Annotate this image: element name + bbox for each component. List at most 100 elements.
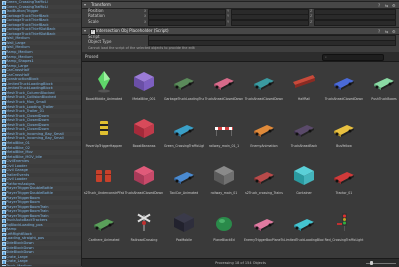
asset-name: railway_main_01_1 — [208, 144, 240, 148]
hierarchy-item-label: MeshTruck_CollisionBlocked — [6, 95, 56, 100]
search-input[interactable]: ⌕ — [322, 54, 384, 61]
asset-name: EnemyTriggerBoxPlaneTrain — [244, 238, 284, 242]
big-truck-icon — [171, 115, 197, 141]
asset-tile[interactable]: BusYellow — [324, 111, 364, 157]
axis-y-label: Y — [227, 19, 230, 24]
yellow-bus-icon — [331, 115, 357, 141]
asset-name: Green_CrossingTrafficLight — [164, 144, 204, 148]
hierarchy-item-label: SideBlockDown — [6, 240, 34, 245]
asset-tile[interactable]: TruckAheadBack — [284, 111, 324, 157]
hierarchy-item-label: GarbageTruckThiefBack — [6, 18, 49, 23]
hazard-barrel-icon — [91, 115, 117, 141]
hierarchy-item-label: MeshTruck_ClosedDown — [6, 127, 49, 132]
hierarchy-item-label: Crate_Large — [6, 254, 28, 259]
hierarchy-item-label: SideBlockDown — [6, 250, 34, 255]
cyan-container-icon — [291, 162, 317, 188]
asset-tile[interactable]: Tractor_01 — [324, 158, 364, 204]
asset-tile[interactable]: RailroadCrossing — [124, 205, 164, 251]
hierarchy-item-label: MetalBike_Mov — [6, 150, 33, 155]
asset-tile[interactable]: TruckAheadClosedDown — [244, 64, 284, 110]
hierarchy-item-label: MeshTruck_ClosedDown — [6, 118, 49, 123]
teal-truck-icon — [251, 68, 277, 94]
asset-name: TruckAheadClosedDown — [324, 97, 364, 101]
garbage-truck-icon — [171, 68, 197, 94]
asset-tile[interactable]: s2Truck_UnderconstrPFab — [84, 158, 124, 204]
hierarchy-item-label: GarbageTruckThiefSlotBack — [6, 31, 56, 36]
hierarchy-item-label: LeftRightBlock — [6, 231, 32, 236]
hierarchy-item-label: MeshTruck_Incoming_Bay_Small — [6, 131, 64, 136]
hierarchy-item-label: Ramp — [6, 227, 17, 232]
red-crate-icon — [131, 115, 157, 141]
green-crystal-icon — [91, 68, 117, 94]
hierarchy-item-label: TruckAutoBackTrackers — [6, 218, 48, 223]
asset-tile[interactable]: TruckAheadClosedDown — [204, 64, 244, 110]
asset-tile[interactable]: Container — [284, 158, 324, 204]
hierarchy-item-label: MeshTruck_ClosedDown — [6, 122, 49, 127]
blue-truck-icon — [331, 68, 357, 94]
asset-name: PushTruckBoxes — [371, 97, 397, 101]
asset-tile[interactable]: s2Truck_crossing_Trains — [244, 158, 284, 204]
asset-tile[interactable]: Red_CrossingTrafficLight — [324, 205, 364, 251]
scale-row: Scale X Y Z — [82, 19, 399, 26]
asset-name: PlaneBlackEd — [213, 238, 235, 242]
asset-name: EnemyAnimation — [250, 144, 278, 148]
hierarchy-item-label: GarbageTruckThiefBack — [6, 22, 49, 27]
asset-tile[interactable]: TruckAheadClosedDown — [324, 64, 364, 110]
hierarchy-item-label: Green_CrossingTrafficLi — [6, 0, 48, 4]
asset-name: Container — [296, 191, 312, 195]
hierarchy-item-label: MetalBike_02 — [6, 145, 30, 150]
axis-z-label: Z — [310, 19, 313, 24]
asset-tile[interactable]: railway_main_01 — [204, 158, 244, 204]
asset-name: PoxMobile — [175, 238, 192, 242]
hierarchy-item-label: TaxiButton/Trigger — [6, 9, 39, 14]
hierarchy-item-label: MetalBike_01 — [6, 140, 30, 145]
asset-tile[interactable]: EnemyTriggerBoxPlaneTrain — [244, 205, 284, 251]
asset-tile[interactable]: LimitedTruckLoadingBlock — [284, 205, 324, 251]
asset-tile[interactable]: Carthere_Animated — [84, 205, 124, 251]
asset-tile[interactable]: EnemyAnimation — [244, 111, 284, 157]
hierarchy-item-label: PlayerTriggerBoom — [6, 195, 40, 200]
scale-y-field[interactable] — [231, 19, 309, 26]
asset-name: s2Truck_UnderconstrPFab — [84, 191, 124, 195]
asset-name: Tractor_01 — [335, 191, 353, 195]
search-icon: ⌕ — [325, 55, 327, 59]
hierarchy-item-label: MeshTruck_Trailer_01 — [6, 109, 45, 114]
asset-tile[interactable]: GarbageTruckLoadingTruck — [164, 64, 204, 110]
asset-name: BusYellow — [336, 144, 352, 148]
hierarchy-item-label: MeshTruck_ClosedDown — [6, 113, 49, 118]
asset-name: TruckAheadClosedDown — [204, 97, 244, 101]
asset-tile[interactable]: HalfRail — [284, 64, 324, 110]
asset-tile[interactable]: PoxMobile — [164, 205, 204, 251]
asset-name: PoverUpTriggerHappen — [85, 144, 123, 148]
asset-tile[interactable]: Green_CrossingTrafficLight — [164, 111, 204, 157]
asset-tile[interactable]: BoostBananas — [124, 111, 164, 157]
asset-tile[interactable]: TruckAheadClosedDown — [124, 158, 164, 204]
hierarchy-item-label: LimitedTruckLoadingBlock — [6, 81, 53, 86]
asset-tile[interactable]: railway_main_01_1 — [204, 111, 244, 157]
hierarchy-item-label: EqBlockLoading_pos — [6, 222, 43, 227]
asset-name: BoostBananas — [132, 144, 156, 148]
hierarchy-item-label: PlayerTriggerBoomTrain — [6, 204, 49, 209]
asset-name: railway_main_01 — [210, 191, 238, 195]
asset-tile[interactable]: PushTruckBoxes — [364, 64, 399, 110]
scale-x-field[interactable] — [148, 19, 226, 26]
hierarchy-item-label: MetalBike_MOV_Idle — [6, 154, 43, 159]
asset-tile[interactable]: PlaneBlackEd — [204, 205, 244, 251]
slider-handle[interactable] — [370, 261, 373, 265]
multi-edit-note: Cannot load the script of the selected o… — [88, 45, 195, 50]
hierarchy-item-label: Civil Loader — [6, 177, 28, 182]
asset-tile[interactable]: BoostMiddle_Animated — [84, 64, 124, 110]
asset-name: Carthere_Animated — [88, 238, 120, 242]
hierarchy-item-label: MeshTruck_ColumnBlocked — [6, 90, 55, 95]
asset-name: BoostMiddle_Animated — [85, 97, 123, 101]
hierarchy-item-label: Wall_Medium — [6, 45, 30, 50]
asset-name: TruckAheadClosedDown — [244, 97, 284, 101]
hierarchy-item-label: Wall_Large — [6, 40, 26, 45]
asset-tile[interactable]: MetalBike_001 — [124, 64, 164, 110]
asset-tile[interactable]: PoverUpTriggerHappen — [84, 111, 124, 157]
hierarchy-item-label: Loading_straight_pos — [6, 236, 45, 241]
scale-z-field[interactable] — [314, 19, 396, 26]
hierarchy-item-label: Civil Garage — [6, 168, 28, 173]
asset-tile[interactable]: TaxiCar_Animated — [164, 158, 204, 204]
gray-block-icon — [211, 162, 237, 188]
